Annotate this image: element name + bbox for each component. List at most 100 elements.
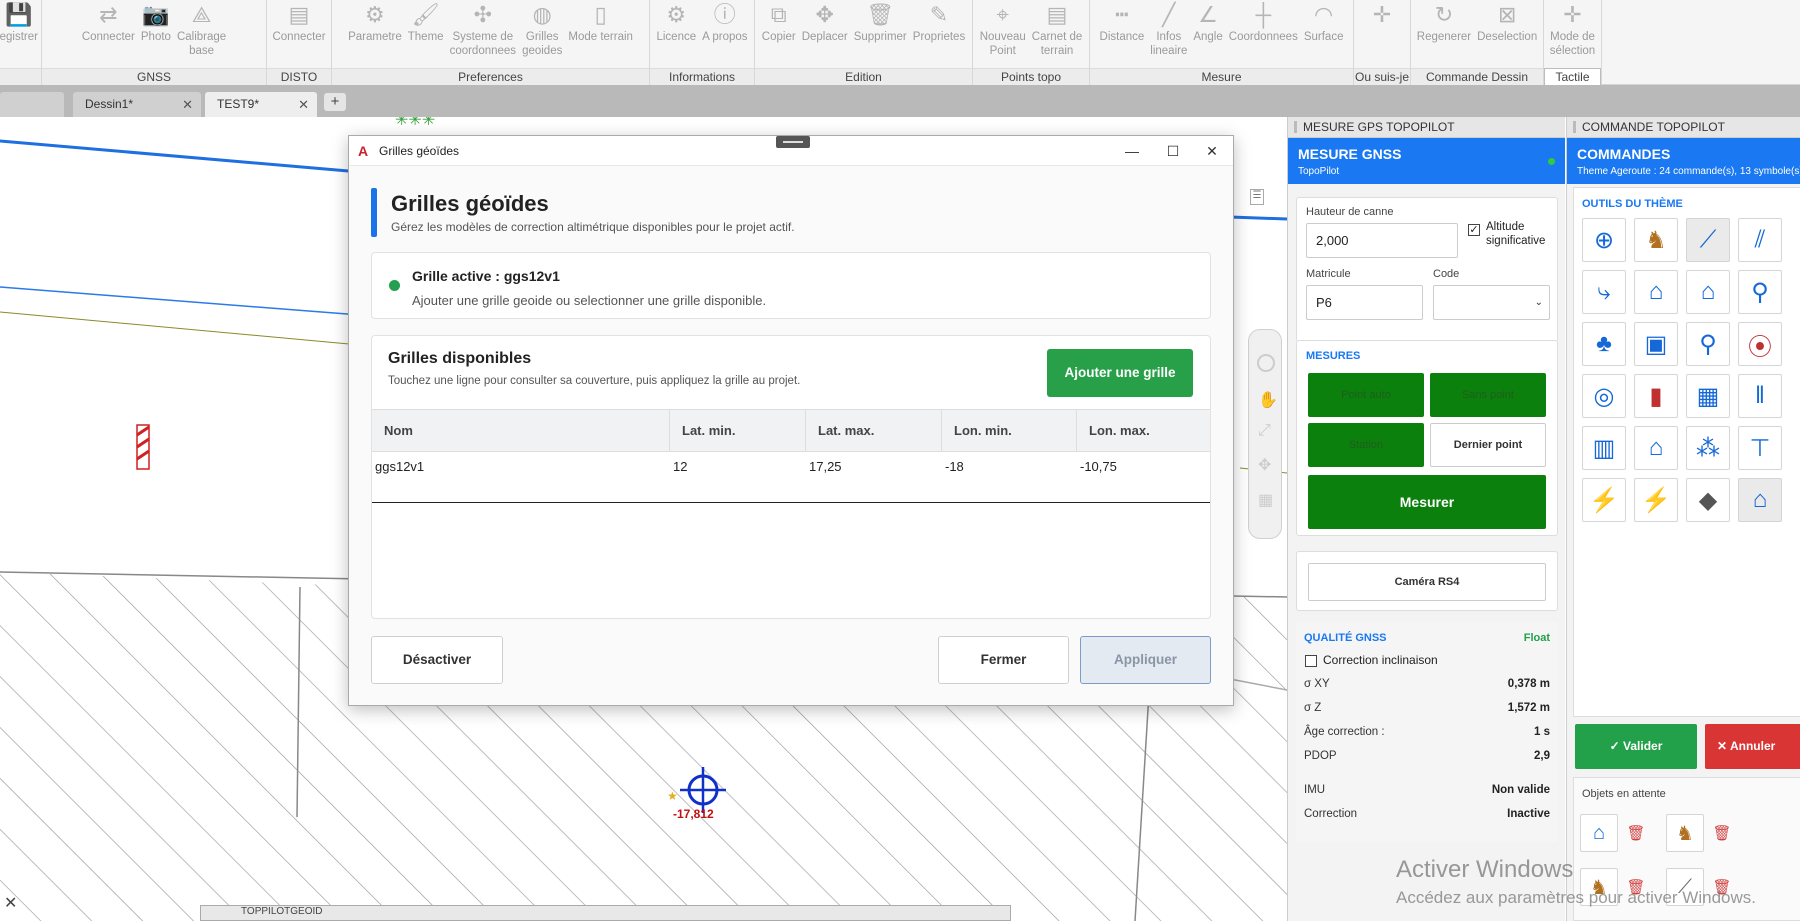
tool-grid-icon[interactable]: ▦ bbox=[1686, 374, 1730, 418]
steering-wheel-icon[interactable] bbox=[1257, 354, 1275, 372]
last-point-button[interactable]: Dernier point bbox=[1430, 423, 1546, 467]
new-tab-button[interactable]: + bbox=[324, 93, 346, 111]
tool-lamp-icon[interactable]: ⚲ bbox=[1686, 322, 1730, 366]
close-tab-icon[interactable]: ✕ bbox=[298, 92, 309, 117]
tool-power-pole-icon[interactable]: ⚡ bbox=[1582, 478, 1626, 522]
tool-target-icon[interactable]: ⊕ bbox=[1582, 218, 1626, 262]
point-auto-button[interactable]: Point auto bbox=[1308, 373, 1424, 417]
column-header-name[interactable]: Nom bbox=[372, 410, 670, 451]
properties-icon[interactable]: ☰ bbox=[1250, 189, 1264, 205]
ribbon-button[interactable]: ✣ Systeme de coordonnees bbox=[447, 0, 520, 68]
tool-traffic-light-icon[interactable]: ⦿ bbox=[1738, 322, 1782, 366]
matricule-input[interactable]: P6 bbox=[1306, 285, 1423, 320]
ribbon-button[interactable]: ✥ Deplacer bbox=[799, 0, 851, 68]
tool-power-pylon-icon[interactable]: ⚡ bbox=[1634, 478, 1678, 522]
tool-meter-icon[interactable]: ▣ bbox=[1634, 322, 1678, 366]
table-row[interactable]: ggs12v1 12 17,25 -18 -10,75 bbox=[372, 452, 1210, 503]
ribbon-button[interactable]: 💾 egistrer bbox=[0, 0, 41, 68]
orbit-icon[interactable]: ✥ bbox=[1258, 455, 1271, 475]
ribbon-button[interactable]: ⧉ Copier bbox=[759, 0, 799, 68]
validate-button[interactable]: ✓ Valider bbox=[1575, 724, 1697, 769]
tool-fence-icon[interactable]: ▥ bbox=[1582, 426, 1626, 470]
pending-houses-icon[interactable]: ⌂ bbox=[1580, 814, 1618, 852]
ribbon-button[interactable]: ⚙ Licence bbox=[653, 0, 699, 68]
dialog-titlebar[interactable]: A Grilles géoïdes — ☐ ✕ bbox=[349, 136, 1233, 166]
ribbon-button[interactable]: ▤ Carnet de terrain bbox=[1029, 0, 1086, 68]
tab-test9[interactable]: TEST9* ✕ bbox=[205, 92, 317, 117]
tool-houses-icon[interactable]: ⌂ bbox=[1634, 270, 1678, 314]
minimize-icon[interactable]: — bbox=[1117, 140, 1147, 162]
ribbon-button[interactable]: ✎ Proprietes bbox=[910, 0, 968, 68]
tool-rocks-icon[interactable]: ⁂ bbox=[1686, 426, 1730, 470]
document-tab[interactable] bbox=[0, 92, 64, 117]
tool-tree-icon[interactable]: ♣ bbox=[1582, 322, 1626, 366]
pole-height-input[interactable]: 2,000 bbox=[1306, 223, 1458, 258]
ribbon-button[interactable]: ⚙ Parametre bbox=[345, 0, 405, 68]
ribbon-button[interactable]: ┅ Distance bbox=[1097, 0, 1148, 68]
tab-dessin1[interactable]: Dessin1* ✕ bbox=[73, 92, 201, 117]
ribbon-button[interactable]: ╱ Infos lineaire bbox=[1147, 0, 1190, 68]
ribbon-button[interactable]: ┼ Coordonnees bbox=[1226, 0, 1301, 68]
drag-grip-icon[interactable] bbox=[776, 136, 810, 148]
delete-pending-icon[interactable]: 🗑 bbox=[1626, 824, 1646, 844]
ribbon-button[interactable]: ✛ bbox=[1366, 0, 1398, 68]
zoom-icon[interactable]: ⤢ bbox=[1258, 422, 1271, 440]
tool-post-icon[interactable]: ‖ bbox=[1738, 374, 1782, 418]
tool-pipe-icon[interactable]: ⤷ bbox=[1582, 270, 1626, 314]
commands-panel-title[interactable]: COMMANDE TOPOPILOT bbox=[1567, 117, 1800, 138]
gnss-panel-title[interactable]: MESURE GPS TOPOPILOT bbox=[1288, 117, 1565, 138]
ribbon-button[interactable]: ◍ Grilles geoides bbox=[519, 0, 565, 68]
ribbon-button[interactable]: ▤ Connecter bbox=[269, 0, 328, 68]
column-header-lon-min[interactable]: Lon. min. bbox=[942, 410, 1077, 451]
tool-animal-icon[interactable]: ♞ bbox=[1634, 218, 1678, 262]
column-header-lat-max[interactable]: Lat. max. bbox=[806, 410, 942, 451]
close-command-line-icon[interactable]: ✕ bbox=[4, 893, 17, 913]
maximize-icon[interactable]: ☐ bbox=[1158, 140, 1188, 162]
code-select[interactable]: ⌄ bbox=[1433, 285, 1550, 320]
ribbon-button[interactable]: ⊠ Deselection bbox=[1474, 0, 1540, 68]
tool-road-icon[interactable]: ⟋ bbox=[1686, 218, 1730, 262]
ribbon-button[interactable]: ∠ Angle bbox=[1190, 0, 1225, 68]
camera-rs4-button[interactable]: Caméra RS4 bbox=[1308, 563, 1546, 601]
apply-button[interactable]: Appliquer bbox=[1080, 636, 1211, 684]
close-tab-icon[interactable]: ✕ bbox=[182, 92, 193, 117]
tool-building-icon[interactable]: ⌂ bbox=[1738, 478, 1782, 522]
tool-shelter-icon[interactable]: ⌂ bbox=[1634, 426, 1678, 470]
ribbon-button[interactable]: ⇄ Connecter bbox=[79, 0, 138, 68]
ribbon-button[interactable]: 📷 Photo bbox=[138, 0, 174, 68]
station-button[interactable]: Station bbox=[1308, 423, 1424, 467]
ribbon-group-label[interactable]: Tactile bbox=[1544, 68, 1601, 85]
showmotion-icon[interactable]: ▦ bbox=[1258, 490, 1273, 510]
cancel-button[interactable]: ✕ Annuler bbox=[1705, 724, 1800, 769]
measure-button[interactable]: Mesurer bbox=[1308, 475, 1546, 529]
ribbon-button[interactable]: 🗑 Supprimer bbox=[851, 0, 910, 68]
column-header-lat-min[interactable]: Lat. min. bbox=[670, 410, 806, 451]
ribbon-button[interactable]: ◠ Surface bbox=[1301, 0, 1347, 68]
ribbon-button[interactable]: ↻ Regenerer bbox=[1414, 0, 1474, 68]
delete-pending-icon[interactable]: 🗑 bbox=[1712, 824, 1732, 844]
close-icon[interactable]: ✕ bbox=[1197, 140, 1227, 162]
tool-pylon-icon[interactable]: ⊤ bbox=[1738, 426, 1782, 470]
ribbon-button[interactable]: ⓘ A propos bbox=[699, 0, 750, 68]
significant-altitude-checkbox[interactable]: ✓ bbox=[1468, 224, 1480, 236]
add-grid-button[interactable]: Ajouter une grille bbox=[1047, 349, 1193, 397]
column-header-lon-max[interactable]: Lon. max. bbox=[1077, 410, 1210, 451]
ribbon-button[interactable]: ✛ Mode de sélection bbox=[1547, 0, 1598, 68]
ribbon-button[interactable]: ⌖ Nouveau Point bbox=[977, 0, 1029, 68]
tool-streetlight-icon[interactable]: ⚲ bbox=[1738, 270, 1782, 314]
tilt-correction-checkbox[interactable] bbox=[1305, 655, 1317, 667]
tool-lane-icon[interactable]: ⫽ bbox=[1738, 218, 1782, 262]
ribbon-button[interactable]: ▯ Mode terrain bbox=[565, 0, 636, 68]
deactivate-button[interactable]: Désactiver bbox=[371, 636, 503, 684]
close-button[interactable]: Fermer bbox=[938, 636, 1069, 684]
pan-icon[interactable]: ✋ bbox=[1258, 390, 1278, 410]
tool-house-icon[interactable]: ⌂ bbox=[1686, 270, 1730, 314]
tool-manhole-icon[interactable]: ◎ bbox=[1582, 374, 1626, 418]
ribbon-button[interactable]: ⟁ Calibrage base bbox=[174, 0, 229, 68]
pending-animal-icon[interactable]: ♞ bbox=[1666, 814, 1704, 852]
command-line[interactable]: TOPPILOTGEOID bbox=[200, 905, 1011, 921]
ribbon-button[interactable]: 🖌 Theme bbox=[405, 0, 447, 68]
no-point-button[interactable]: Sans point bbox=[1430, 373, 1546, 417]
navigation-bar[interactable]: ✋ ⤢ ✥ ▦ bbox=[1248, 329, 1282, 539]
tool-pavement-icon[interactable]: ◆ bbox=[1686, 478, 1730, 522]
